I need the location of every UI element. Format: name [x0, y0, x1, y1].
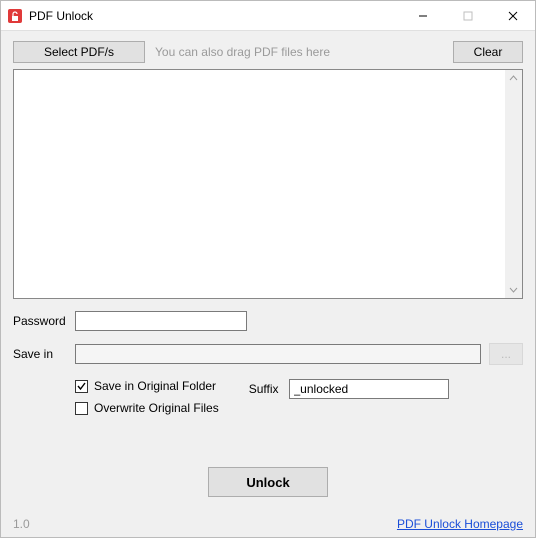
savein-label: Save in — [13, 347, 75, 361]
suffix-row: Suffix — [249, 379, 449, 399]
scroll-up-icon[interactable] — [505, 70, 522, 87]
client-area: Select PDF/s You can also drag PDF files… — [1, 31, 535, 537]
suffix-label: Suffix — [249, 382, 279, 396]
window-title: PDF Unlock — [29, 9, 93, 23]
checkbox-column: Save in Original Folder Overwrite Origin… — [75, 379, 219, 415]
app-window: PDF Unlock Select PDF/s You can also dra… — [0, 0, 536, 538]
scroll-down-icon[interactable] — [505, 281, 522, 298]
top-row: Select PDF/s You can also drag PDF files… — [13, 41, 523, 63]
overwrite-label: Overwrite Original Files — [94, 401, 219, 415]
footer: 1.0 PDF Unlock Homepage — [13, 515, 523, 531]
options-area: Save in Original Folder Overwrite Origin… — [75, 379, 523, 415]
file-list[interactable] — [13, 69, 523, 299]
savein-input — [75, 344, 481, 364]
select-pdfs-button[interactable]: Select PDF/s — [13, 41, 145, 63]
unlock-row: Unlock — [13, 415, 523, 515]
titlebar: PDF Unlock — [1, 1, 535, 31]
file-list-scrollbar[interactable] — [505, 70, 522, 298]
maximize-button — [445, 1, 490, 31]
close-button[interactable] — [490, 1, 535, 31]
password-input[interactable] — [75, 311, 247, 331]
homepage-link[interactable]: PDF Unlock Homepage — [397, 517, 523, 531]
password-label: Password — [13, 314, 75, 328]
save-original-checkbox[interactable]: Save in Original Folder — [75, 379, 219, 393]
minimize-button[interactable] — [400, 1, 445, 31]
suffix-column: Suffix — [249, 379, 449, 415]
version-label: 1.0 — [13, 517, 30, 531]
suffix-input[interactable] — [289, 379, 449, 399]
browse-button[interactable]: ... — [489, 343, 523, 365]
password-row: Password — [13, 311, 523, 331]
save-original-label: Save in Original Folder — [94, 379, 216, 393]
clear-button[interactable]: Clear — [453, 41, 523, 63]
drag-hint: You can also drag PDF files here — [155, 45, 443, 59]
checkbox-icon — [75, 380, 88, 393]
unlock-button[interactable]: Unlock — [208, 467, 328, 497]
app-icon — [7, 8, 23, 24]
overwrite-checkbox[interactable]: Overwrite Original Files — [75, 401, 219, 415]
savein-row: Save in ... — [13, 343, 523, 365]
checkbox-icon — [75, 402, 88, 415]
